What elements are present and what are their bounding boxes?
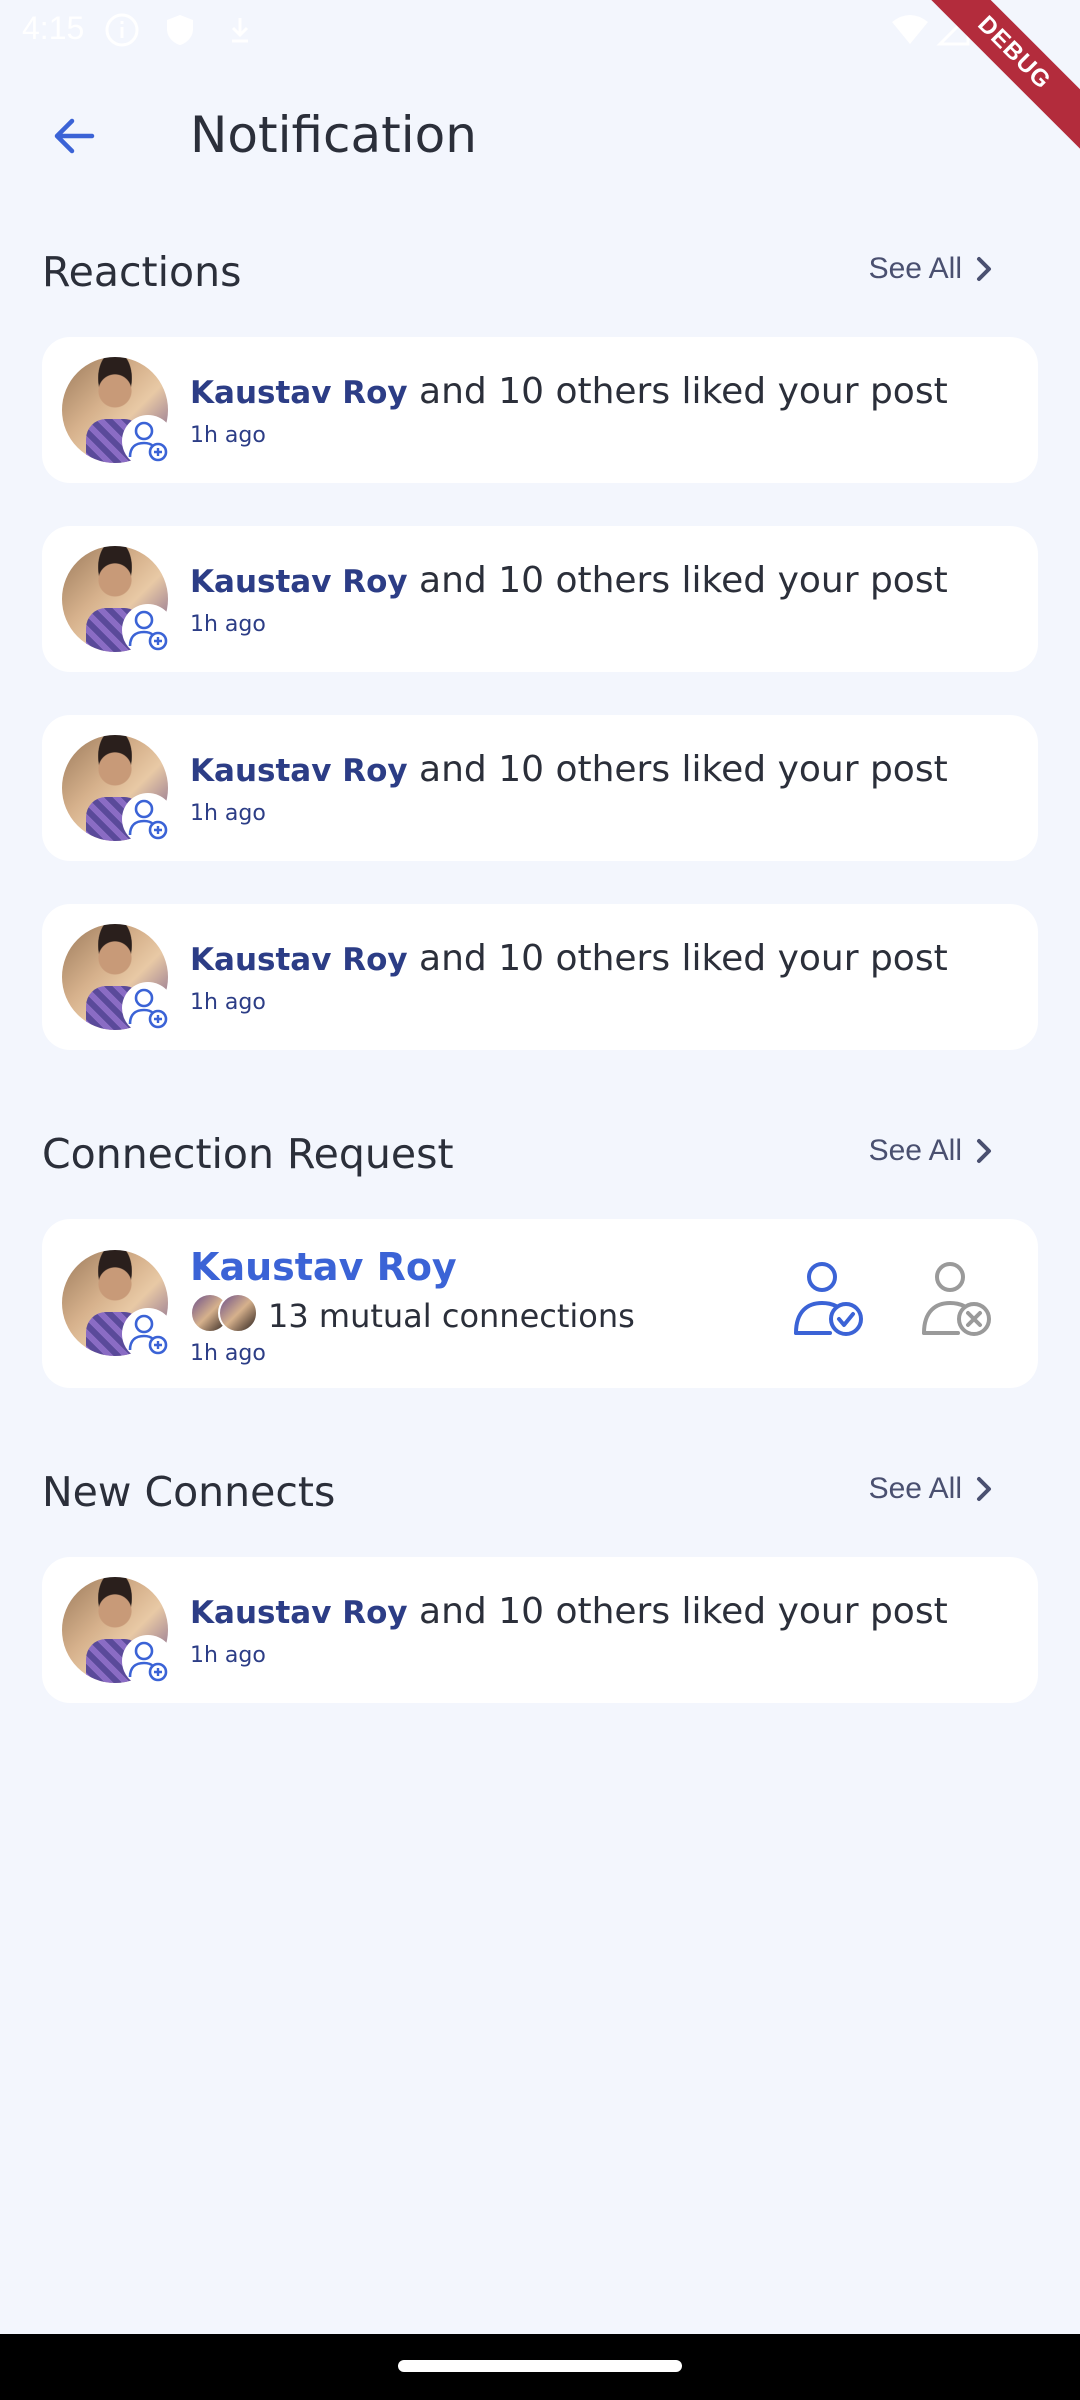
add-user-icon: [122, 1308, 174, 1360]
reject-request-button[interactable]: [918, 1259, 998, 1341]
page-title: Notification: [190, 106, 477, 164]
user-name[interactable]: Kaustav Roy: [190, 1595, 408, 1631]
avatar-wrap: [62, 357, 174, 467]
wifi-icon: [892, 15, 928, 44]
user-name[interactable]: Kaustav Roy: [190, 942, 408, 978]
see-all-reactions-button[interactable]: See All: [869, 252, 996, 286]
mutual-avatar: [218, 1293, 258, 1333]
reject-user-icon: [922, 1262, 991, 1336]
download-icon: [231, 18, 249, 43]
add-user-icon: [122, 415, 174, 467]
add-user-icon: [122, 604, 174, 656]
user-name[interactable]: Kaustav Roy: [190, 375, 408, 411]
accept-user-icon: [794, 1262, 863, 1336]
section-title: Connection Request: [42, 1130, 454, 1178]
home-gesture-handle[interactable]: [398, 2360, 682, 2372]
status-bar: 4:15: [0, 0, 1080, 60]
reactions-header: Reactions See All: [42, 238, 1038, 308]
back-button[interactable]: [42, 104, 106, 168]
avatar-wrap: [62, 924, 174, 1034]
timestamp: 1h ago: [190, 612, 266, 637]
avatar-wrap: [62, 1577, 174, 1687]
requester-name[interactable]: Kaustav Roy: [190, 1245, 457, 1289]
reaction-message: and 10 others liked your post: [407, 371, 948, 412]
accept-request-button[interactable]: [790, 1259, 870, 1341]
system-nav-bar: [0, 2334, 1080, 2400]
see-all-new-connects-button[interactable]: See All: [869, 1472, 996, 1506]
reaction-card[interactable]: Kaustav Roy and 10 others liked your pos…: [42, 904, 1038, 1050]
avatar-wrap: [62, 735, 174, 845]
mutual-connections: 13 mutual connections: [268, 1297, 635, 1335]
see-all-label: See All: [868, 1472, 962, 1505]
app-bar: Notification: [0, 80, 1080, 192]
chevron-right-icon: [977, 1139, 991, 1163]
shield-icon: [167, 15, 193, 45]
back-arrow-icon: [54, 118, 95, 154]
user-name[interactable]: Kaustav Roy: [190, 753, 408, 789]
see-all-connection-requests-button[interactable]: See All: [869, 1134, 996, 1168]
new-connects-header: New Connects See All: [42, 1458, 1038, 1528]
section-title: Reactions: [42, 248, 242, 296]
add-user-icon: [122, 982, 174, 1034]
reaction-text: Kaustav Roy and 10 others liked your pos…: [190, 749, 948, 790]
new-connect-card[interactable]: Kaustav Roy and 10 others liked your pos…: [42, 1557, 1038, 1703]
new-connect-message: and 10 others liked your post: [407, 1591, 948, 1632]
reaction-message: and 10 others liked your post: [407, 560, 948, 601]
status-time: 4:15: [22, 10, 85, 46]
add-user-icon: [122, 793, 174, 845]
chevron-right-icon: [977, 257, 991, 281]
reaction-card[interactable]: Kaustav Roy and 10 others liked your pos…: [42, 337, 1038, 483]
mutual-avatars: [190, 1293, 260, 1337]
info-icon: [105, 13, 139, 47]
section-title: New Connects: [42, 1468, 336, 1516]
reaction-card[interactable]: Kaustav Roy and 10 others liked your pos…: [42, 526, 1038, 672]
see-all-label: See All: [868, 1134, 962, 1167]
reaction-text: Kaustav Roy and 10 others liked your pos…: [190, 560, 948, 601]
see-all-label: See All: [868, 252, 962, 285]
connection-request-header: Connection Request See All: [42, 1120, 1038, 1190]
timestamp: 1h ago: [190, 1341, 266, 1366]
avatar-wrap: [62, 1250, 174, 1360]
avatar-wrap: [62, 546, 174, 656]
connection-request-card[interactable]: Kaustav Roy 13 mutual connections 1h ago: [42, 1219, 1038, 1388]
chevron-right-icon: [977, 1477, 991, 1501]
timestamp: 1h ago: [190, 801, 266, 826]
reaction-message: and 10 others liked your post: [407, 749, 948, 790]
timestamp: 1h ago: [190, 990, 266, 1015]
timestamp: 1h ago: [190, 1643, 266, 1668]
add-user-icon: [122, 1635, 174, 1687]
reaction-text: Kaustav Roy and 10 others liked your pos…: [190, 938, 948, 979]
user-name[interactable]: Kaustav Roy: [190, 564, 408, 600]
new-connect-text: Kaustav Roy and 10 others liked your pos…: [190, 1591, 948, 1632]
timestamp: 1h ago: [190, 423, 266, 448]
reaction-text: Kaustav Roy and 10 others liked your pos…: [190, 371, 948, 412]
reaction-card[interactable]: Kaustav Roy and 10 others liked your pos…: [42, 715, 1038, 861]
reaction-message: and 10 others liked your post: [407, 938, 948, 979]
